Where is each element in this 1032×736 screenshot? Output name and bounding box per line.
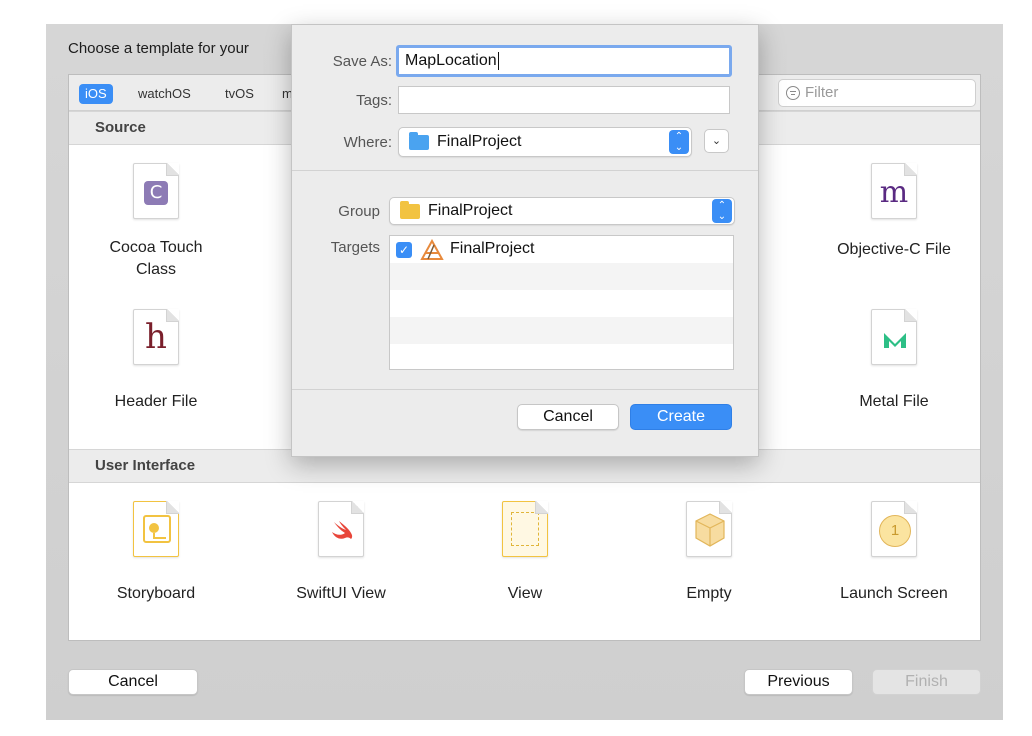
expand-disclosure-button[interactable]: ⌄ [704, 129, 729, 153]
cube-glyph [695, 513, 725, 547]
stepper-icon: ⌃ ⌄ [669, 130, 689, 154]
save-as-field[interactable]: MapLocation [396, 45, 732, 77]
finish-button[interactable]: Finish [872, 669, 981, 695]
tags-field[interactable] [398, 86, 730, 114]
class-glyph: C [144, 181, 168, 205]
template-tile-metal-file[interactable]: Metal File [809, 309, 979, 413]
objc-glyph: m [879, 175, 909, 210]
target-name: FinalProject [450, 240, 535, 257]
launch-screen-icon: 1 [871, 501, 917, 557]
metal-glyph [884, 333, 906, 348]
tile-label: Cocoa Touch Class [109, 239, 203, 278]
storyboard-glyph [143, 515, 171, 543]
chooser-title: Choose a template for your [68, 40, 249, 57]
header-file-icon: h [133, 309, 179, 365]
group-label: Group [338, 203, 380, 220]
targets-list: ✓ FinalProject [389, 235, 734, 370]
storyboard-icon [133, 501, 179, 557]
tab-watchos[interactable]: watchOS [132, 84, 197, 104]
list-item [390, 317, 733, 344]
target-row[interactable]: ✓ FinalProject [390, 236, 733, 263]
divider [292, 389, 758, 390]
launch-glyph: 1 [879, 515, 911, 547]
filter-field[interactable]: Filter [778, 79, 976, 107]
template-tile-view[interactable]: View [440, 501, 610, 605]
save-as-value: MapLocation [405, 52, 497, 69]
divider [292, 170, 758, 171]
tile-label: Launch Screen [840, 585, 948, 602]
folder-icon [400, 201, 420, 219]
header-glyph: h [145, 317, 167, 357]
create-button[interactable]: Create [630, 404, 732, 430]
app-target-icon [420, 239, 444, 260]
where-label: Where: [343, 134, 392, 151]
template-tile-empty[interactable]: Empty [624, 501, 794, 605]
template-tile-cocoa-touch-class[interactable]: C Cocoa Touch Class [71, 163, 241, 281]
target-checkbox[interactable]: ✓ [396, 242, 412, 258]
view-glyph [511, 512, 539, 546]
filter-icon [786, 86, 800, 100]
group-value: FinalProject [428, 202, 513, 219]
tile-label: SwiftUI View [296, 585, 386, 602]
tags-label: Tags: [356, 92, 392, 109]
template-tile-storyboard[interactable]: Storyboard [71, 501, 241, 605]
template-tile-objective-c-file[interactable]: m Objective-C File [809, 163, 979, 261]
list-item [390, 290, 733, 317]
tab-tvos[interactable]: tvOS [219, 84, 260, 104]
list-item [390, 344, 733, 371]
template-tile-swiftui-view[interactable]: SwiftUI View [256, 501, 426, 605]
swift-icon [332, 521, 353, 539]
empty-icon [686, 501, 732, 557]
chevron-down-icon: ⌄ [711, 135, 722, 147]
previous-button[interactable]: Previous [744, 669, 853, 695]
tile-label: Empty [686, 585, 732, 602]
cocoa-touch-class-icon: C [133, 163, 179, 219]
where-value: FinalProject [437, 133, 522, 150]
tile-label: Header File [114, 393, 198, 410]
save-as-label: Save As: [332, 53, 392, 70]
filter-placeholder: Filter [805, 84, 839, 101]
text-cursor [497, 51, 499, 70]
metal-file-icon [871, 309, 917, 365]
tile-label: View [507, 585, 543, 602]
where-popup[interactable]: FinalProject ⌃ ⌄ [398, 127, 692, 157]
tile-label: Objective-C File [837, 241, 951, 258]
template-tile-launch-screen[interactable]: 1 Launch Screen [809, 501, 979, 605]
targets-label: Targets [330, 239, 380, 256]
group-popup[interactable]: FinalProject ⌃ ⌄ [389, 197, 735, 225]
view-icon [502, 501, 548, 557]
stepper-icon: ⌃ ⌄ [712, 199, 732, 223]
template-tile-header-file[interactable]: h Header File [71, 309, 241, 413]
swiftui-view-icon [318, 501, 364, 557]
save-dialog: Save As: MapLocation Tags: Where: FinalP… [291, 24, 759, 457]
tile-label: Metal File [859, 393, 929, 410]
list-item [390, 263, 733, 290]
tile-label: Storyboard [116, 585, 196, 602]
chooser-cancel-button[interactable]: Cancel [68, 669, 198, 695]
cancel-button[interactable]: Cancel [517, 404, 619, 430]
objective-c-file-icon: m [871, 163, 917, 219]
folder-icon [409, 132, 429, 150]
tab-ios[interactable]: iOS [79, 84, 113, 104]
